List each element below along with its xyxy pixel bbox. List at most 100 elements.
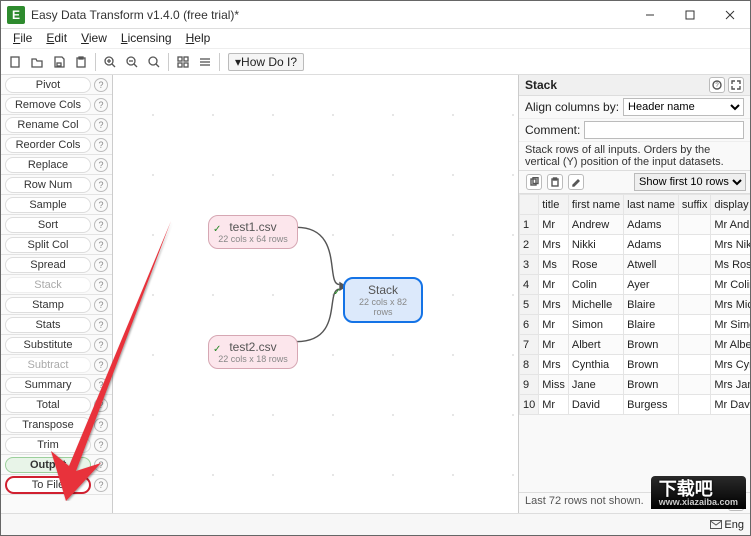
help-icon[interactable]: ? bbox=[94, 298, 108, 312]
zoom-in-icon[interactable] bbox=[100, 52, 120, 72]
menu-help[interactable]: Help bbox=[180, 30, 217, 47]
how-do-i-dropdown[interactable]: ▾How Do I? bbox=[228, 53, 304, 71]
zoom-out-icon[interactable] bbox=[122, 52, 142, 72]
data-table[interactable]: titlefirst namelast namesuffixdisplay na… bbox=[519, 194, 750, 492]
help-icon[interactable]: ? bbox=[94, 98, 108, 112]
close-button[interactable] bbox=[710, 1, 750, 29]
node-stack[interactable]: ✓ Stack 22 cols x 82 rows bbox=[343, 277, 423, 323]
help-icon[interactable]: ? bbox=[94, 138, 108, 152]
edit-icon[interactable] bbox=[568, 174, 584, 190]
sidebar-item-trim[interactable]: Trim? bbox=[1, 435, 112, 455]
sidebar-item-output[interactable]: Output? bbox=[1, 455, 112, 475]
sidebar-item-label: Spread bbox=[5, 257, 91, 273]
menu-file[interactable]: File bbox=[7, 30, 38, 47]
zoom-fit-icon[interactable] bbox=[144, 52, 164, 72]
help-icon[interactable]: ? bbox=[94, 478, 108, 492]
sidebar-item-pivot[interactable]: Pivot? bbox=[1, 75, 112, 95]
node-test2[interactable]: ✓ test2.csv 22 cols x 18 rows bbox=[208, 335, 298, 369]
sidebar-item-total[interactable]: Total? bbox=[1, 395, 112, 415]
help-icon[interactable]: ? bbox=[94, 238, 108, 252]
paste-icon[interactable] bbox=[71, 52, 91, 72]
help-icon[interactable]: ? bbox=[94, 338, 108, 352]
minimize-button[interactable] bbox=[630, 1, 670, 29]
help-icon[interactable]: ? bbox=[94, 438, 108, 452]
help-icon[interactable]: ? bbox=[94, 278, 108, 292]
sidebar-item-label: Sort bbox=[5, 217, 91, 233]
table-row[interactable]: 6MrSimonBlaireMr Simon B bbox=[520, 315, 751, 335]
table-row[interactable]: 10MrDavidBurgessMr David B bbox=[520, 395, 751, 415]
help-icon[interactable]: ? bbox=[94, 118, 108, 132]
sidebar-item-rename-col[interactable]: Rename Col? bbox=[1, 115, 112, 135]
paste-icon[interactable] bbox=[547, 174, 563, 190]
help-icon[interactable]: ? bbox=[94, 418, 108, 432]
expand-icon[interactable] bbox=[728, 77, 744, 93]
table-row[interactable]: 1MrAndrewAdamsMr Andrew bbox=[520, 215, 751, 235]
node-test1[interactable]: ✓ test1.csv 22 cols x 64 rows bbox=[208, 215, 298, 249]
table-row[interactable]: 4MrColinAyerMr Colin Ay bbox=[520, 275, 751, 295]
sidebar-item-summary[interactable]: Summary? bbox=[1, 375, 112, 395]
grid-icon[interactable] bbox=[173, 52, 193, 72]
table-row[interactable]: 5MrsMichelleBlaireMrs Michell bbox=[520, 295, 751, 315]
sidebar-item-split-col[interactable]: Split Col? bbox=[1, 235, 112, 255]
sidebar-item-to-file[interactable]: To File? bbox=[1, 475, 112, 495]
column-header[interactable]: first name bbox=[568, 195, 623, 215]
sidebar-item-row-num[interactable]: Row Num? bbox=[1, 175, 112, 195]
sidebar-item-reorder-cols[interactable]: Reorder Cols? bbox=[1, 135, 112, 155]
help-icon[interactable]: ? bbox=[94, 258, 108, 272]
copy-icon[interactable] bbox=[526, 174, 542, 190]
menu-edit[interactable]: Edit bbox=[40, 30, 73, 47]
sidebar-item-stats[interactable]: Stats? bbox=[1, 315, 112, 335]
menubar: File Edit View Licensing Help bbox=[1, 29, 750, 49]
node-subtitle: 22 cols x 18 rows bbox=[217, 354, 289, 364]
new-icon[interactable] bbox=[5, 52, 25, 72]
sidebar-item-label: Stack bbox=[5, 277, 91, 293]
table-row[interactable]: 9MissJaneBrownMrs Jane Br bbox=[520, 375, 751, 395]
sidebar-item-label: Sample bbox=[5, 197, 91, 213]
table-row[interactable]: 7MrAlbertBrownMr Albert B bbox=[520, 335, 751, 355]
open-icon[interactable] bbox=[27, 52, 47, 72]
help-icon[interactable]: ? bbox=[94, 158, 108, 172]
sidebar-item-label: Substitute bbox=[5, 337, 91, 353]
list-icon[interactable] bbox=[195, 52, 215, 72]
show-rows-select[interactable]: Show first 10 rows bbox=[634, 173, 746, 191]
help-icon[interactable]: ? bbox=[94, 218, 108, 232]
help-icon[interactable]: ? bbox=[94, 378, 108, 392]
sidebar-item-replace[interactable]: Replace? bbox=[1, 155, 112, 175]
status-email-icon[interactable]: Eng bbox=[710, 519, 744, 531]
column-header[interactable] bbox=[520, 195, 539, 215]
node-subtitle: 22 cols x 64 rows bbox=[217, 234, 289, 244]
help-icon[interactable]: ? bbox=[94, 398, 108, 412]
help-icon[interactable]: ? bbox=[94, 318, 108, 332]
sidebar-item-remove-cols[interactable]: Remove Cols? bbox=[1, 95, 112, 115]
column-header[interactable]: suffix bbox=[678, 195, 710, 215]
save-icon[interactable] bbox=[49, 52, 69, 72]
sidebar-item-label: Stats bbox=[5, 317, 91, 333]
maximize-button[interactable] bbox=[670, 1, 710, 29]
help-icon[interactable]: ? bbox=[94, 78, 108, 92]
help-icon[interactable]: ? bbox=[94, 178, 108, 192]
help-icon[interactable]: ? bbox=[94, 458, 108, 472]
check-icon: ✓ bbox=[213, 344, 221, 355]
canvas[interactable]: ✓ test1.csv 22 cols x 64 rows ✓ test2.cs… bbox=[113, 75, 518, 513]
menu-licensing[interactable]: Licensing bbox=[115, 30, 178, 47]
sidebar-item-sample[interactable]: Sample? bbox=[1, 195, 112, 215]
table-row[interactable]: 3MsRoseAtwellMs Rose At bbox=[520, 255, 751, 275]
table-row[interactable]: 2MrsNikkiAdamsMrs Nikki A bbox=[520, 235, 751, 255]
sidebar-item-substitute[interactable]: Substitute? bbox=[1, 335, 112, 355]
column-header[interactable]: last name bbox=[624, 195, 679, 215]
align-select[interactable]: Header name bbox=[623, 98, 744, 116]
help-icon[interactable]: ? bbox=[94, 198, 108, 212]
panel-title: Stack bbox=[525, 78, 706, 92]
column-header[interactable]: title bbox=[539, 195, 569, 215]
table-row[interactable]: 8MrsCynthiaBrownMrs Cynthia bbox=[520, 355, 751, 375]
help-icon[interactable]: ? bbox=[709, 77, 725, 93]
sidebar-item-stamp[interactable]: Stamp? bbox=[1, 295, 112, 315]
menu-view[interactable]: View bbox=[75, 30, 113, 47]
column-header[interactable]: display nam bbox=[711, 195, 750, 215]
sidebar-item-spread[interactable]: Spread? bbox=[1, 255, 112, 275]
sidebar-item-label: Summary bbox=[5, 377, 91, 393]
help-icon[interactable]: ? bbox=[94, 358, 108, 372]
comment-input[interactable] bbox=[584, 121, 744, 139]
sidebar-item-transpose[interactable]: Transpose? bbox=[1, 415, 112, 435]
sidebar-item-sort[interactable]: Sort? bbox=[1, 215, 112, 235]
